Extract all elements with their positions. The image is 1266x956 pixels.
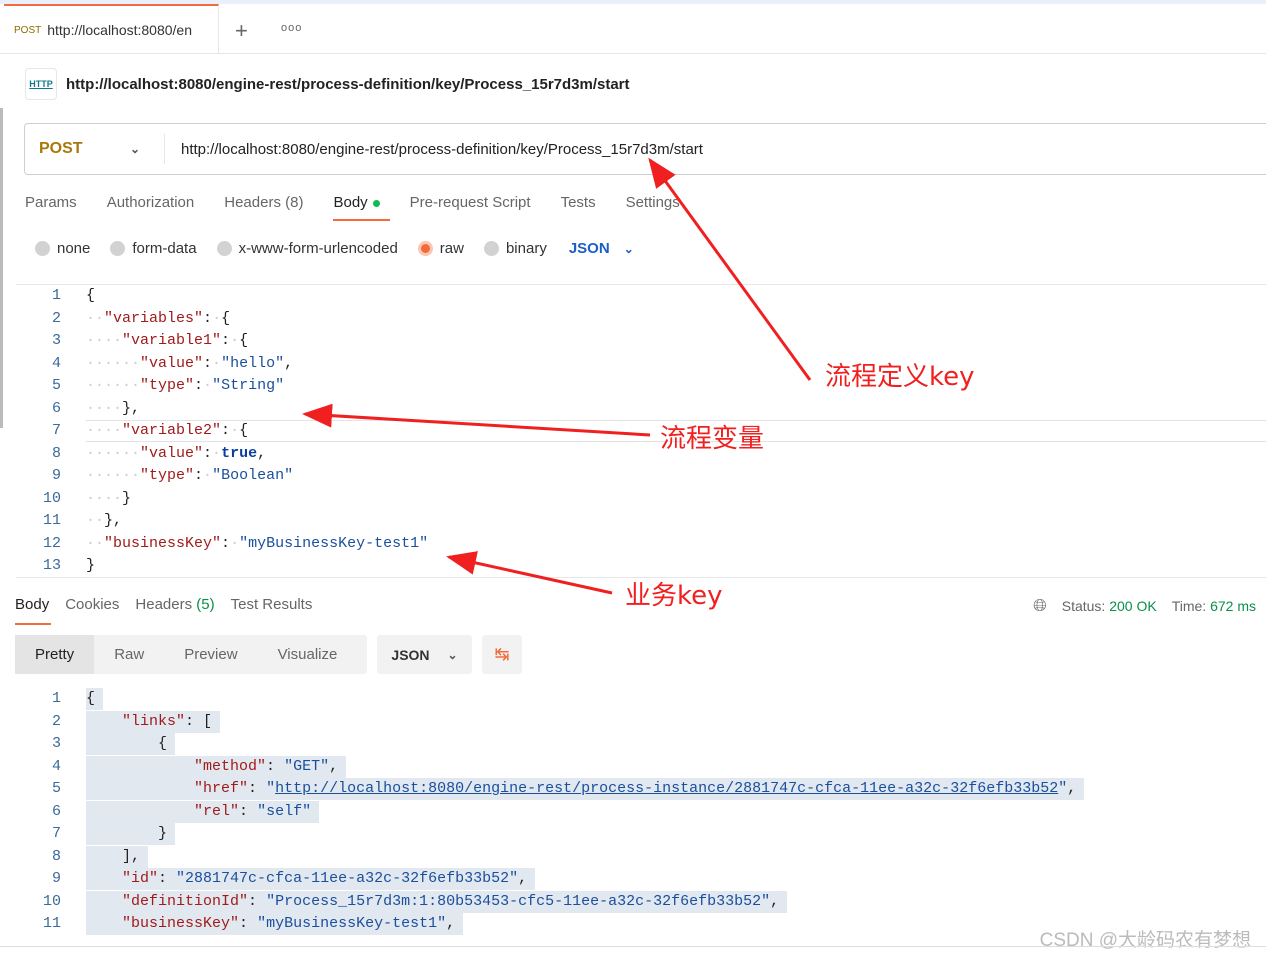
watermark: CSDN @大龄码农有梦想 [1039, 930, 1251, 951]
arrow-variables [302, 403, 651, 437]
divider [0, 946, 1266, 947]
annotation-variables: 流程变量 [660, 424, 765, 454]
arrow-definition-key [648, 157, 812, 381]
annotation-arrows [302, 157, 812, 595]
arrow-business-key [446, 551, 613, 595]
annotation-definition-key: 流程定义key [825, 362, 975, 392]
annotation-business-key: 业务key [625, 581, 723, 611]
